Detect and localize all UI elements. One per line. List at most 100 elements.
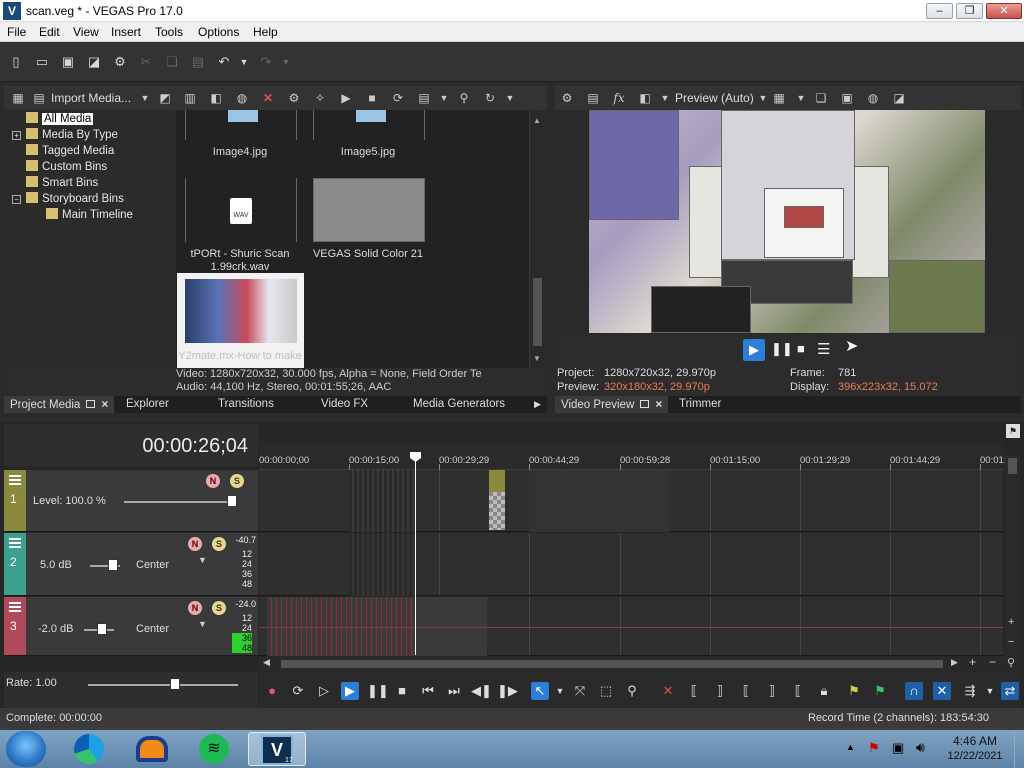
media-scrollbar[interactable]: ▲ ▼ xyxy=(529,110,545,368)
new-project-icon[interactable]: ▯ xyxy=(8,54,24,70)
playhead-line[interactable] xyxy=(415,453,416,655)
stop-icon[interactable]: ■ xyxy=(393,682,411,700)
overlays-icon[interactable]: ▦ xyxy=(771,90,787,106)
device-preview-icon[interactable]: ▤ xyxy=(585,90,601,106)
menu-view[interactable]: View xyxy=(73,25,99,39)
properties-gear-icon[interactable]: ⚙ xyxy=(112,54,128,70)
record-icon[interactable]: ● xyxy=(263,682,281,700)
show-hidden-icons-icon[interactable]: ▲ xyxy=(846,742,855,752)
delete-media-icon[interactable]: ✕ xyxy=(260,90,276,106)
scroll-up-icon[interactable]: ▲ xyxy=(533,116,541,125)
track-menu-icon[interactable] xyxy=(9,602,21,612)
track-lane-video[interactable] xyxy=(259,470,1003,532)
tab-video-fx[interactable]: Video FX xyxy=(321,396,368,413)
preview-play-button[interactable]: ▶ xyxy=(743,339,765,361)
track-pan[interactable]: Center xyxy=(136,559,169,571)
close-tab-icon[interactable]: × xyxy=(101,396,108,413)
media-fx-plugin-icon[interactable]: ✧ xyxy=(312,90,328,106)
play-media-icon[interactable]: ▶ xyxy=(338,90,354,106)
timeline-vscroll[interactable]: + − xyxy=(1005,456,1020,656)
search-icon[interactable]: ⚲ xyxy=(456,90,472,106)
collapse-icon[interactable]: − xyxy=(12,195,21,204)
region-icon[interactable]: ⚑ xyxy=(871,682,889,700)
loop-icon[interactable]: ⟳ xyxy=(289,682,307,700)
track-lane-audio-1[interactable] xyxy=(259,533,1003,596)
zoom-out-vertical-icon[interactable]: − xyxy=(1008,636,1014,648)
tab-media-generators[interactable]: Media Generators xyxy=(413,396,505,413)
marker-flag-icon[interactable]: ⚑ xyxy=(1006,424,1020,438)
undock-icon[interactable] xyxy=(86,400,96,408)
solo-icon[interactable]: S xyxy=(212,601,226,615)
close-button[interactable]: ✕ xyxy=(986,3,1022,19)
preview-stop-button[interactable]: ■ xyxy=(797,341,805,356)
scroll-right-icon[interactable]: ▶ xyxy=(951,657,958,668)
volume-icon[interactable]: 🔊︎ xyxy=(916,739,925,756)
zoom-out-icon[interactable]: − xyxy=(989,655,996,669)
undo-dropdown-icon[interactable]: ▼ xyxy=(236,54,252,70)
maximize-button[interactable]: ❐ xyxy=(956,3,983,19)
redo-dropdown-icon[interactable]: ▼ xyxy=(278,54,294,70)
auto-crossfade-icon[interactable]: ✕ xyxy=(933,682,951,700)
trim-icon[interactable]: ⟦ xyxy=(685,682,703,700)
ripple-dropdown-icon[interactable]: ▼ xyxy=(981,682,999,700)
zoom-in-icon[interactable]: + xyxy=(969,655,976,669)
video-event-clip[interactable] xyxy=(349,470,415,532)
media-fx-icon[interactable]: ◍ xyxy=(234,90,250,106)
close-tab-icon[interactable]: × xyxy=(655,396,662,413)
timeline-hscroll[interactable]: ◀ ▶ + − ⚲ xyxy=(259,655,1021,671)
solo-icon[interactable]: S xyxy=(212,537,226,551)
ripple-icon[interactable]: ⟦ xyxy=(789,682,807,700)
tree-item-all-media[interactable]: All Media xyxy=(26,112,94,128)
tab-trimmer[interactable]: Trimmer xyxy=(679,396,721,413)
level-slider-knob[interactable] xyxy=(227,495,237,507)
open-folder-icon[interactable]: ▭ xyxy=(34,54,50,70)
trim-end-icon[interactable]: ⟦ xyxy=(737,682,755,700)
volume-slider-knob[interactable] xyxy=(108,559,118,571)
tree-item-storyboard-bins[interactable]: − Storyboard Bins xyxy=(12,192,124,208)
views-dropdown-icon[interactable]: ▼ xyxy=(436,90,452,106)
tree-item-custom-bins[interactable]: Custom Bins xyxy=(26,160,107,176)
spotify-icon[interactable]: ≋ xyxy=(186,732,244,766)
expand-icon[interactable]: + xyxy=(12,131,21,140)
tab-project-media[interactable]: Project Media × xyxy=(4,396,115,413)
action-center-icon[interactable]: ⚑ xyxy=(868,740,880,756)
thumbnail-wav[interactable]: WAV xyxy=(185,178,297,242)
preview-menu-button[interactable]: ☰ xyxy=(817,340,830,358)
zoom-in-vertical-icon[interactable]: + xyxy=(1008,616,1014,628)
play-icon[interactable]: ▶ xyxy=(341,682,359,700)
save-icon[interactable]: ▣ xyxy=(60,54,76,70)
timeline-ruler[interactable]: 00:00:00;00 00:00:15;00 00:00:29;29 00:0… xyxy=(259,442,1006,470)
preview-pause-button[interactable]: ❚❚ xyxy=(771,341,793,357)
menu-edit[interactable]: Edit xyxy=(39,25,60,39)
import-media-icon[interactable]: ▤ xyxy=(31,90,47,106)
clock-date[interactable]: 12/22/2021 xyxy=(940,750,1010,762)
save-as-icon[interactable]: ◪ xyxy=(86,54,102,70)
copy-icon[interactable]: ❏ xyxy=(164,54,180,70)
minimize-button[interactable]: – xyxy=(926,3,953,19)
marker-icon[interactable]: ⚑ xyxy=(845,682,863,700)
tabs-scroll-icon[interactable]: ▶ xyxy=(534,396,541,413)
preview-export-icon[interactable]: ◪ xyxy=(891,90,907,106)
split-icon[interactable]: ⟧ xyxy=(763,682,781,700)
delete-event-icon[interactable]: ✕ xyxy=(659,682,677,700)
vegas-task-icon[interactable]: V 17 xyxy=(248,732,306,766)
thumbnail-image5[interactable] xyxy=(313,110,425,140)
menu-help[interactable]: Help xyxy=(253,25,278,39)
undock-icon[interactable] xyxy=(640,400,650,408)
tree-item-smart-bins[interactable]: Smart Bins xyxy=(26,176,98,192)
pan-dropdown-icon[interactable]: ▼ xyxy=(198,619,207,629)
pause-icon[interactable]: ❚❚ xyxy=(367,682,389,700)
edit-tool-dropdown-icon[interactable]: ▼ xyxy=(551,682,569,700)
tab-transitions[interactable]: Transitions xyxy=(218,396,274,413)
pan-dropdown-icon[interactable]: ▼ xyxy=(198,555,207,565)
menu-file[interactable]: File xyxy=(7,25,26,39)
envelope-tool-icon[interactable]: ⤧ xyxy=(571,682,589,700)
volume-slider-knob[interactable] xyxy=(97,623,107,635)
tree-item-media-by-type[interactable]: + Media By Type xyxy=(12,128,118,144)
undo-icon[interactable]: ↶ xyxy=(216,54,232,70)
normal-edit-tool-icon[interactable]: ↖ xyxy=(531,682,549,700)
play-from-start-icon[interactable]: ▷ xyxy=(315,682,333,700)
network-icon[interactable]: ▣ xyxy=(892,740,904,756)
clock-time[interactable]: 4:46 AM xyxy=(940,734,1010,748)
preview-properties-icon[interactable]: ⚙ xyxy=(559,90,575,106)
